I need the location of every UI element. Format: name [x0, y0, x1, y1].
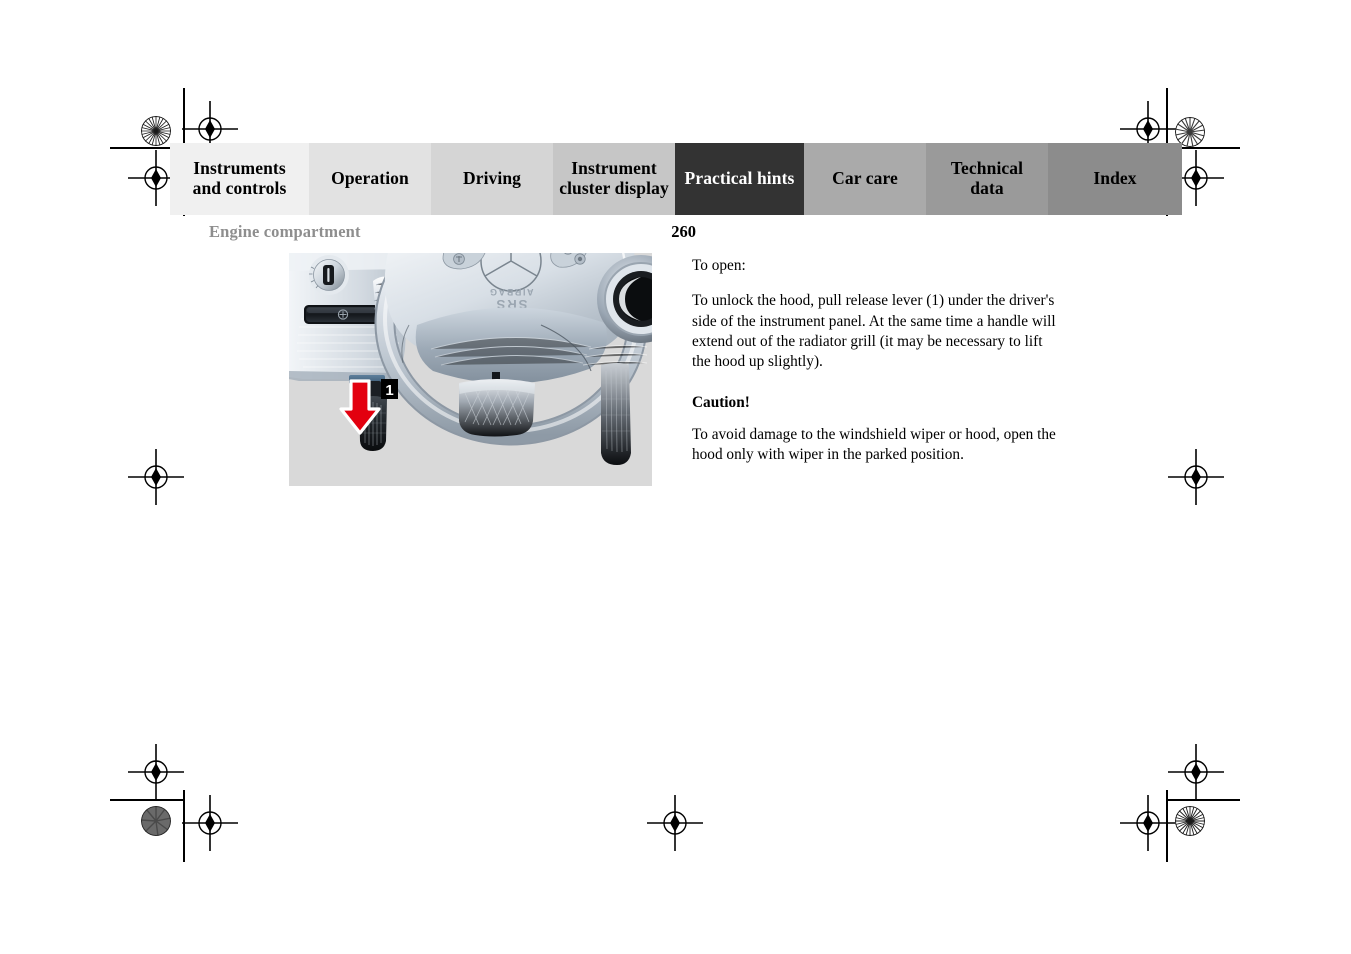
rosette-mark-icon	[141, 806, 171, 836]
caution-heading: Caution!	[692, 393, 750, 411]
rosette-mark-icon	[1175, 806, 1205, 836]
caution-paragraph: To avoid damage to the windshield wiper …	[692, 426, 1056, 464]
svg-text:AIRBAG: AIRBAG	[488, 287, 533, 297]
manual-page: Instruments and controls Operation Driving I…	[0, 0, 1351, 954]
registration-target-icon	[647, 795, 703, 851]
section-title: Engine compartment	[209, 222, 361, 241]
registration-target-icon	[128, 449, 184, 505]
body-copy: To open: To unlock the hood, pull releas…	[692, 256, 1064, 479]
figure-driver-footwell: SRS AIRBAG 1	[289, 253, 652, 486]
callout-number-1: 1	[381, 379, 398, 399]
chapter-tab-driving[interactable]: Driving	[431, 143, 553, 215]
headlight-switch	[309, 255, 349, 295]
rosette-mark-icon	[141, 116, 171, 146]
registration-target-icon	[128, 744, 184, 800]
chapter-tab-car-care[interactable]: Car care	[804, 143, 926, 215]
registration-target-icon	[1168, 449, 1224, 505]
registration-target-icon	[1168, 744, 1224, 800]
brake-pedal	[459, 372, 535, 437]
footwell-illustration: SRS AIRBAG 1	[289, 253, 652, 486]
accelerator-pedal	[601, 363, 631, 465]
chapter-tab-index[interactable]: Index	[1048, 143, 1182, 215]
chapter-tab-technical-data[interactable]: Technical data	[926, 143, 1048, 215]
running-head: Engine compartment 260	[209, 222, 696, 242]
instruction-paragraph: To unlock the hood, pull release lever (…	[692, 292, 1056, 371]
registration-target-icon	[182, 795, 238, 851]
dash-rocker-switch	[304, 305, 382, 324]
intro-text: To open:	[692, 257, 746, 274]
chapter-tab-bar: Instruments and controls Operation Driving I…	[170, 143, 1182, 215]
chapter-tab-instruments-and-controls[interactable]: Instruments and controls	[170, 143, 309, 215]
registration-target-icon	[1120, 795, 1176, 851]
chapter-tab-operation[interactable]: Operation	[309, 143, 431, 215]
page-number: 260	[671, 222, 696, 241]
chapter-tab-practical-hints[interactable]: Practical hints	[675, 143, 804, 215]
chapter-tab-instrument-cluster-display[interactable]: Instrument cluster display	[553, 143, 675, 215]
svg-text:1: 1	[385, 382, 393, 399]
